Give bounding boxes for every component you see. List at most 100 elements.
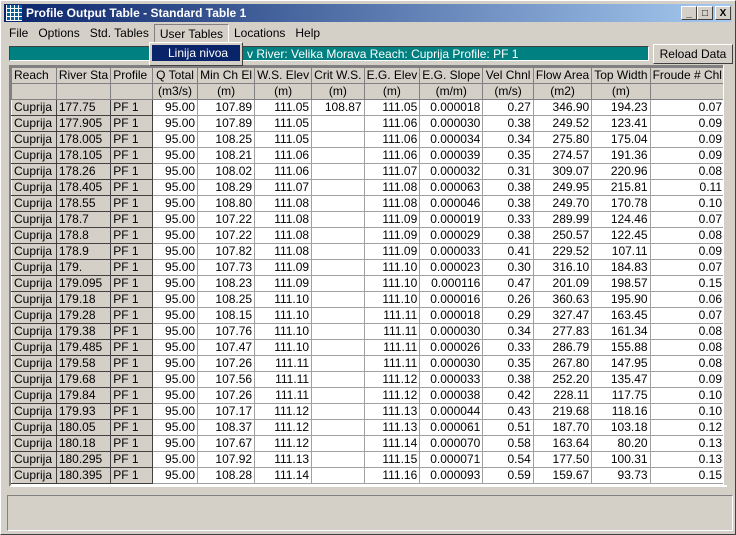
table-row-cell[interactable]: 195.90 — [591, 291, 651, 308]
table-row-cell[interactable]: PF 1 — [110, 211, 154, 228]
menu-item-linija-nivoa[interactable]: Linija nivoa — [152, 45, 240, 61]
table-row-cell[interactable]: 95.00 — [152, 227, 199, 244]
table-row-cell[interactable]: 0.13 — [649, 451, 725, 468]
table-row-cell[interactable]: 177.50 — [532, 451, 593, 468]
table-row-cell[interactable] — [311, 291, 365, 308]
table-row-cell[interactable]: 111.10 — [254, 291, 313, 308]
units-row-cell[interactable]: (m2) — [532, 83, 593, 100]
table-row-cell[interactable]: 111.08 — [254, 195, 313, 212]
table-row-cell[interactable]: 0.000093 — [419, 467, 484, 484]
table-row-cell[interactable]: 95.00 — [152, 355, 199, 372]
table-row-cell[interactable]: Cuprija — [11, 275, 57, 292]
table-row-cell[interactable]: 107.67 — [197, 435, 256, 452]
menu-help[interactable]: Help — [290, 24, 325, 43]
table-row-cell[interactable] — [311, 163, 365, 180]
table-row-cell[interactable]: 179.28 — [55, 307, 112, 324]
table-row-cell[interactable]: 178.8 — [55, 227, 112, 244]
table-row-cell[interactable]: 0.000063 — [419, 179, 484, 196]
table-row-cell[interactable]: 111.09 — [254, 275, 313, 292]
table-row-cell[interactable]: 178.26 — [55, 163, 112, 180]
table-row-cell[interactable]: 103.18 — [591, 419, 651, 436]
table-row-cell[interactable]: 277.83 — [532, 323, 593, 340]
table-row-cell[interactable]: 111.10 — [254, 307, 313, 324]
table-row-cell[interactable]: Cuprija — [11, 179, 57, 196]
table-row-cell[interactable]: 0.06 — [649, 291, 725, 308]
table-row-cell[interactable]: 0.34 — [482, 323, 534, 340]
table-row-cell[interactable]: 175.04 — [591, 131, 651, 148]
table-row-cell[interactable]: 107.26 — [197, 355, 256, 372]
table-row-cell[interactable]: PF 1 — [110, 387, 154, 404]
table-row-cell[interactable]: 0.42 — [482, 387, 534, 404]
table-row-cell[interactable]: 0.11 — [649, 179, 725, 196]
table-row-cell[interactable] — [311, 403, 365, 420]
units-row-cell[interactable]: (m) — [197, 83, 256, 100]
table-row-cell[interactable]: Cuprija — [11, 339, 57, 356]
table-row-cell[interactable] — [311, 467, 365, 484]
table-row-cell[interactable] — [311, 451, 365, 468]
table-row-cell[interactable]: 0.000046 — [419, 195, 484, 212]
table-row-cell[interactable]: 95.00 — [152, 467, 199, 484]
table-row-cell[interactable]: PF 1 — [110, 243, 154, 260]
table-row-cell[interactable]: 95.00 — [152, 147, 199, 164]
table-row-cell[interactable]: PF 1 — [110, 163, 154, 180]
table-row-cell[interactable]: Cuprija — [11, 371, 57, 388]
table-row-cell[interactable]: 111.05 — [254, 115, 313, 132]
table-row-cell[interactable] — [311, 419, 365, 436]
table-row-cell[interactable]: 0.10 — [649, 403, 725, 420]
units-row-cell[interactable]: (m) — [363, 83, 421, 100]
table-row-cell[interactable]: 178.005 — [55, 131, 112, 148]
table-row-cell[interactable]: 111.09 — [363, 211, 421, 228]
table-row-cell[interactable]: 0.59 — [482, 467, 534, 484]
table-row-cell[interactable] — [311, 323, 365, 340]
table-row-cell[interactable]: 0.08 — [649, 355, 725, 372]
table-row-cell[interactable]: 123.41 — [591, 115, 651, 132]
table-row-cell[interactable]: 95.00 — [152, 307, 199, 324]
table-row-cell[interactable]: 316.10 — [532, 259, 593, 276]
table-row-cell[interactable]: 111.08 — [254, 243, 313, 260]
table-row-cell[interactable]: 0.26 — [482, 291, 534, 308]
table-row-cell[interactable]: 0.38 — [482, 115, 534, 132]
table-row-cell[interactable]: 201.09 — [532, 275, 593, 292]
table-row-cell[interactable] — [311, 195, 365, 212]
table-row-cell[interactable]: Cuprija — [11, 99, 57, 116]
table-row-cell[interactable]: 0.000033 — [419, 243, 484, 260]
table-row-cell[interactable]: 111.09 — [254, 259, 313, 276]
table-row-cell[interactable]: PF 1 — [110, 259, 154, 276]
table-row-cell[interactable]: 122.45 — [591, 227, 651, 244]
table-row-cell[interactable]: 111.16 — [363, 467, 421, 484]
table-row-cell[interactable]: 0.000039 — [419, 147, 484, 164]
table-row-cell[interactable]: 117.75 — [591, 387, 651, 404]
table-row-cell[interactable]: PF 1 — [110, 99, 154, 116]
table-row-cell[interactable]: Cuprija — [11, 131, 57, 148]
table-row-cell[interactable]: 187.70 — [532, 419, 593, 436]
table-row-cell[interactable]: 111.08 — [254, 211, 313, 228]
table-row-cell[interactable] — [311, 131, 365, 148]
table-row-cell[interactable]: 108.25 — [197, 291, 256, 308]
table-row-cell[interactable]: PF 1 — [110, 275, 154, 292]
table-row-cell[interactable]: 0.09 — [649, 131, 725, 148]
header-row-cell[interactable]: W.S. Elev — [254, 67, 313, 84]
units-row-cell[interactable]: (m) — [254, 83, 313, 100]
header-row-cell[interactable]: Q Total — [152, 67, 199, 84]
table-row-cell[interactable]: 179. — [55, 259, 112, 276]
table-row-cell[interactable]: 95.00 — [152, 131, 199, 148]
header-row-cell[interactable]: E.G. Elev — [363, 67, 421, 84]
table-row-cell[interactable]: 111.11 — [363, 355, 421, 372]
table-row-cell[interactable]: 170.78 — [591, 195, 651, 212]
table-row-cell[interactable]: 107.22 — [197, 227, 256, 244]
table-row-cell[interactable]: PF 1 — [110, 467, 154, 484]
table-row-cell[interactable]: 108.25 — [197, 131, 256, 148]
table-row-cell[interactable]: 0.27 — [482, 99, 534, 116]
table-row-cell[interactable]: 111.15 — [363, 451, 421, 468]
table-row-cell[interactable]: 111.11 — [254, 371, 313, 388]
table-row-cell[interactable]: 178.405 — [55, 179, 112, 196]
table-row-cell[interactable]: 0.09 — [649, 115, 725, 132]
table-row-cell[interactable]: 108.37 — [197, 419, 256, 436]
table-row-cell[interactable] — [311, 435, 365, 452]
table-row-cell[interactable]: 0.000030 — [419, 355, 484, 372]
table-row-cell[interactable]: PF 1 — [110, 291, 154, 308]
table-row-cell[interactable]: 0.000029 — [419, 227, 484, 244]
table-row-cell[interactable]: 0.000016 — [419, 291, 484, 308]
menu-file[interactable]: File — [4, 24, 33, 43]
table-row-cell[interactable]: PF 1 — [110, 307, 154, 324]
